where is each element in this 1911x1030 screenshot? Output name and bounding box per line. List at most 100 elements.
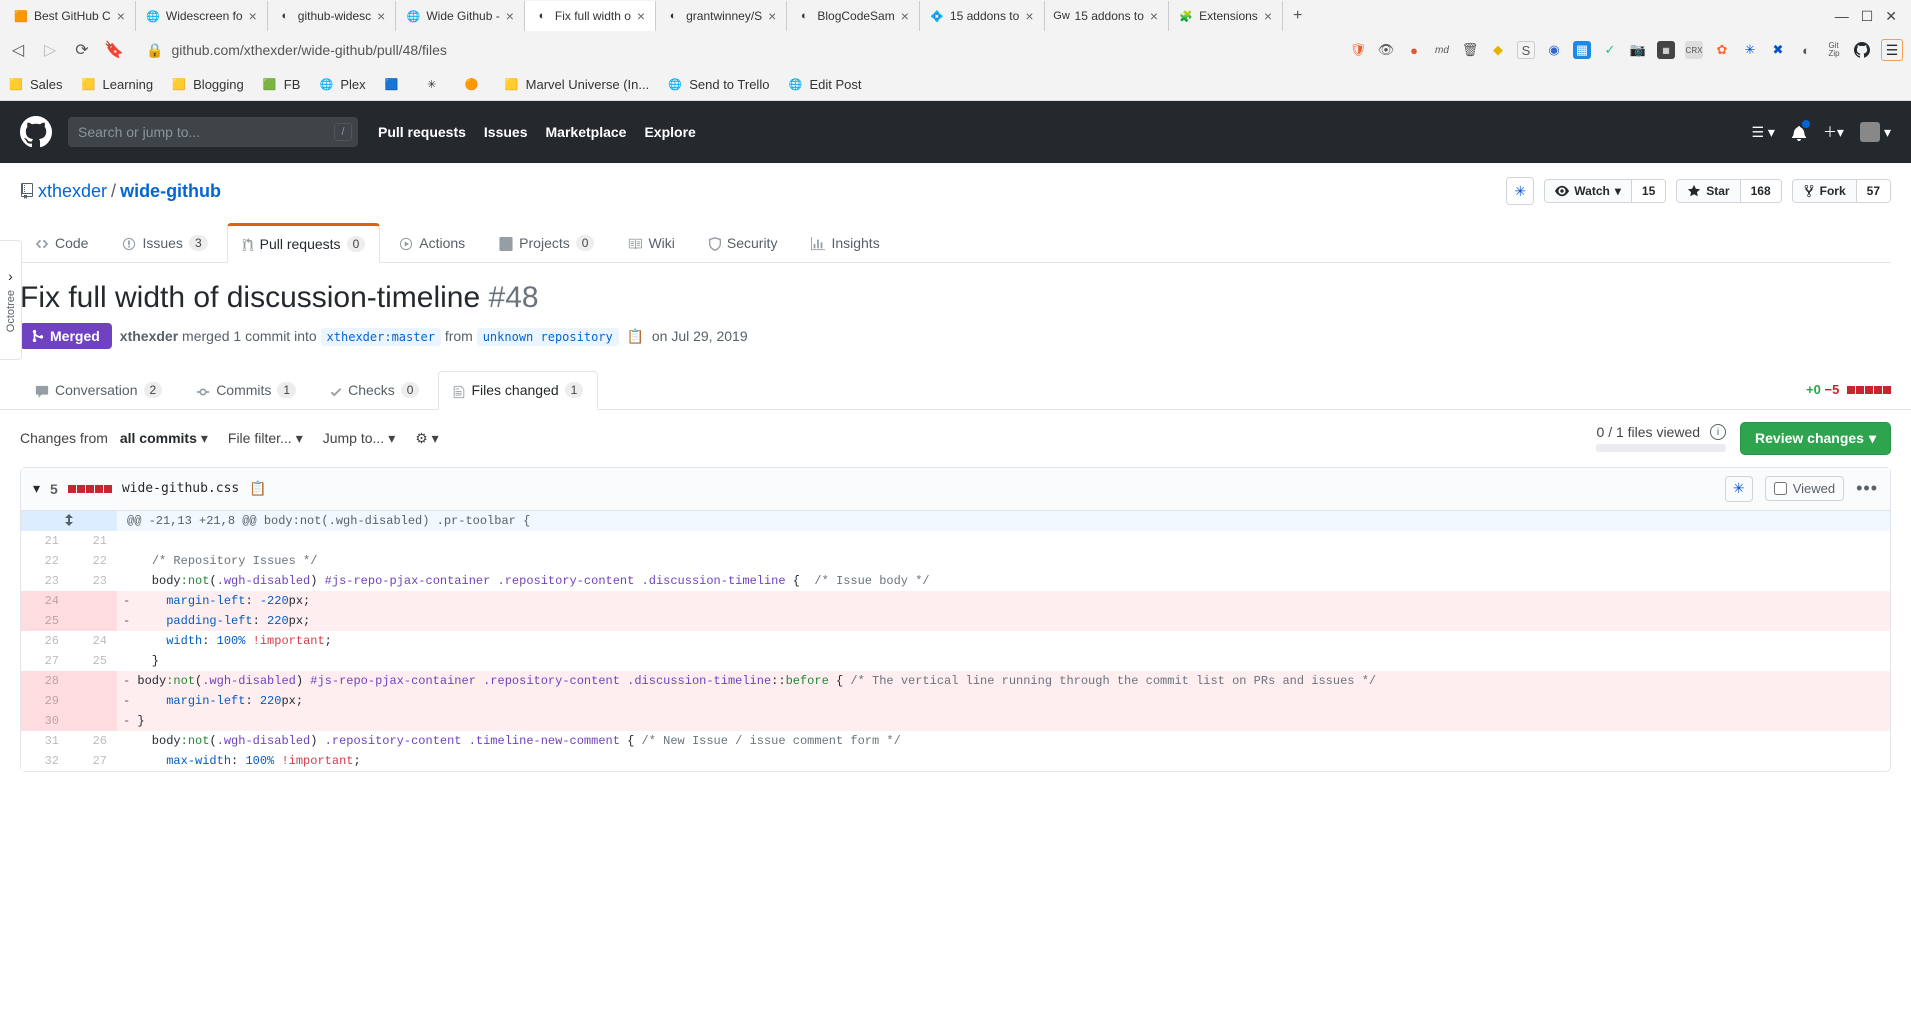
diff-line[interactable]: 3126 body:not(.wgh-disabled) .repository… <box>21 731 1890 751</box>
browser-tab[interactable]: 💠15 addons to× <box>920 1 1045 31</box>
maximize-icon[interactable]: ☐ <box>1861 8 1874 25</box>
ext-ddg-icon[interactable]: ● <box>1405 41 1423 59</box>
close-window-icon[interactable]: ✕ <box>1885 8 1897 25</box>
pr-tab-conversation[interactable]: Conversation2 <box>20 371 177 408</box>
new-tab-button[interactable]: + <box>1283 7 1312 25</box>
close-icon[interactable]: × <box>637 8 645 24</box>
diff-line[interactable]: 28body:not(.wgh-disabled) #js-repo-pjax-… <box>21 671 1890 691</box>
bookmark-item[interactable]: 🟨Marvel Universe (In... <box>504 76 650 92</box>
copy-icon[interactable]: 📋 <box>627 328 644 344</box>
ext-trash-icon[interactable]: 🗑 <box>1461 41 1479 59</box>
ext-icon[interactable]: ▦ <box>1657 41 1675 59</box>
repo-tab-wiki[interactable]: Wiki <box>613 223 689 262</box>
header-nav-link[interactable]: Marketplace <box>546 124 627 140</box>
repo-tab-pull-requests[interactable]: Pull requests0 <box>227 223 381 263</box>
repo-tab-code[interactable]: Code <box>20 223 103 262</box>
file-name[interactable]: wide-github.css <box>122 481 239 496</box>
bookmark-item[interactable]: 🟨Blogging <box>171 76 244 92</box>
bookmark-item[interactable]: 🌐Edit Post <box>787 76 861 92</box>
search-input[interactable]: Search or jump to... / <box>68 117 358 147</box>
ext-grammarly-icon[interactable]: ✓ <box>1601 41 1619 59</box>
diff-line[interactable]: 24 margin-left: -220px; <box>21 591 1890 611</box>
ext-md-icon[interactable]: md <box>1433 41 1451 59</box>
url-input[interactable]: 🔒 github.com/xthexder/wide-github/pull/4… <box>136 42 457 59</box>
octotree-ext-icon[interactable]: ✳ <box>1506 177 1534 205</box>
pr-tab-checks[interactable]: Checks0 <box>315 371 434 408</box>
bookmark-item[interactable]: 🟨Learning <box>81 76 154 92</box>
settings-dropdown[interactable]: ⚙ ▾ <box>415 430 438 447</box>
repo-owner-link[interactable]: xthexder <box>38 181 107 202</box>
browser-tab[interactable]: ◐BlogCodeSam× <box>787 1 920 31</box>
bookmark-item[interactable]: 🌐Plex <box>318 76 365 92</box>
browser-tab[interactable]: 🌐Wide Github -× <box>396 1 525 31</box>
close-icon[interactable]: × <box>768 8 776 24</box>
octotree-file-icon[interactable]: ✳ <box>1725 476 1753 502</box>
header-nav-link[interactable]: Pull requests <box>378 124 466 140</box>
diff-line[interactable]: 2323 body:not(.wgh-disabled) #js-repo-pj… <box>21 571 1890 591</box>
diff-line[interactable]: 25 padding-left: 220px; <box>21 611 1890 631</box>
browser-tab[interactable]: 🟧Best GitHub C× <box>4 1 136 31</box>
expand-icon[interactable] <box>61 512 77 528</box>
bookmark-item[interactable]: 🟠 <box>464 76 486 92</box>
github-logo-icon[interactable] <box>20 116 52 148</box>
ext-icon[interactable]: ✿ <box>1713 41 1731 59</box>
browser-tab[interactable]: Gw15 addons to× <box>1045 1 1170 31</box>
octotree-handle[interactable]: › Octotree <box>0 240 22 360</box>
browser-tab[interactable]: ◐Fix full width o× <box>525 1 656 31</box>
diff-line[interactable]: 2624 width: 100% !important; <box>21 631 1890 651</box>
notifications-icon[interactable] <box>1791 123 1807 140</box>
browser-tab[interactable]: 🌐Widescreen fo× <box>136 1 268 31</box>
star-button[interactable]: Star 168 <box>1676 179 1781 203</box>
bookmark-item[interactable]: 🟨Sales <box>8 76 63 92</box>
add-dropdown[interactable]: ＋▾ <box>1823 122 1844 142</box>
diff-line[interactable]: 2222 /* Repository Issues */ <box>21 551 1890 571</box>
diff-line[interactable]: 2725 } <box>21 651 1890 671</box>
browser-tab[interactable]: ◐github-widesc× <box>268 1 397 31</box>
header-nav-link[interactable]: Explore <box>644 124 695 140</box>
copy-path-icon[interactable]: 📋 <box>249 480 266 497</box>
bookmark-item[interactable]: 🟩FB <box>262 76 301 92</box>
diff-line[interactable]: 29 margin-left: 220px; <box>21 691 1890 711</box>
bookmark-item[interactable]: 🟦 <box>384 76 406 92</box>
minimize-icon[interactable]: — <box>1835 8 1849 25</box>
ext-gitzip-icon[interactable]: GitZip <box>1825 41 1843 59</box>
repo-tab-issues[interactable]: Issues3 <box>107 223 222 262</box>
ext-icon[interactable]: ◆ <box>1489 41 1507 59</box>
jump-to-dropdown[interactable]: Jump to... ▾ <box>323 430 396 447</box>
collapse-file-toggle[interactable]: ▾ <box>33 480 40 497</box>
close-icon[interactable]: × <box>249 8 257 24</box>
info-icon[interactable]: i <box>1710 424 1726 440</box>
ext-icon[interactable]: ✖ <box>1769 41 1787 59</box>
browser-tab[interactable]: ◐grantwinney/S× <box>656 1 787 31</box>
ext-icon[interactable]: ◐ <box>1797 41 1815 59</box>
repo-tab-insights[interactable]: Insights <box>796 223 894 262</box>
ext-icon[interactable]: ◉ <box>1545 41 1563 59</box>
ext-brave-icon[interactable]: 🛡 <box>1349 41 1367 59</box>
close-icon[interactable]: × <box>1264 8 1272 24</box>
ext-camera-icon[interactable]: 📷 <box>1629 41 1647 59</box>
nav-reading-list[interactable]: 🔖 <box>104 40 124 60</box>
diff-line[interactable]: 3227 max-width: 100% !important; <box>21 751 1890 771</box>
ext-icon[interactable]: 👁 <box>1377 41 1395 59</box>
head-branch[interactable]: unknown repository <box>477 328 619 346</box>
nav-back[interactable]: ◁ <box>8 40 28 60</box>
close-icon[interactable]: × <box>506 8 514 24</box>
menu-dropdown[interactable]: ☰ ▾ <box>1751 124 1774 141</box>
browser-tab[interactable]: 🧩Extensions× <box>1169 1 1283 31</box>
changes-from-dropdown[interactable]: Changes from all commits ▾ <box>20 430 208 447</box>
ext-crx-icon[interactable]: CRX <box>1685 41 1703 59</box>
bookmark-item[interactable]: 🌐Send to Trello <box>667 76 769 92</box>
base-branch[interactable]: xthexder:master <box>321 328 441 346</box>
file-menu[interactable]: ••• <box>1856 478 1878 499</box>
pr-tab-files-changed[interactable]: Files changed1 <box>438 371 598 409</box>
bookmark-item[interactable]: ✳ <box>424 76 446 92</box>
ext-icon[interactable]: ✳ <box>1741 41 1759 59</box>
close-icon[interactable]: × <box>1150 8 1158 24</box>
header-nav-link[interactable]: Issues <box>484 124 528 140</box>
diff-line[interactable]: 2121 <box>21 531 1890 551</box>
nav-forward[interactable]: ▷ <box>40 40 60 60</box>
ext-icon[interactable]: ▦ <box>1573 41 1591 59</box>
close-icon[interactable]: × <box>377 8 385 24</box>
watch-button[interactable]: Watch ▾ 15 <box>1544 179 1666 203</box>
repo-tab-actions[interactable]: Actions <box>384 223 480 262</box>
